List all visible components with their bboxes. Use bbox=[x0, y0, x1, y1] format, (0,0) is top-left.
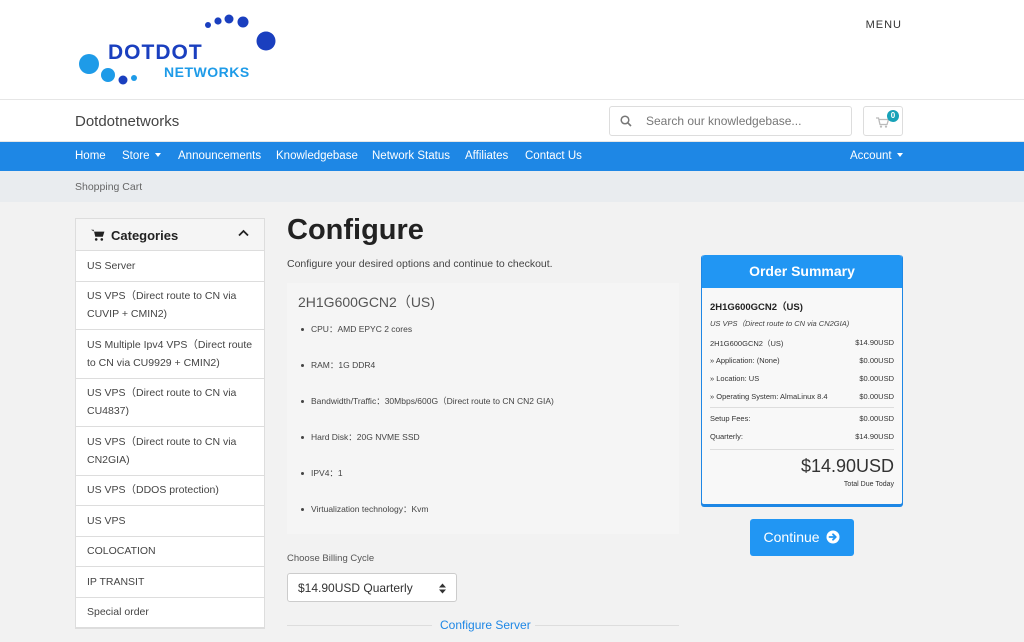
menu-link[interactable]: MENU bbox=[866, 19, 902, 31]
chevron-up-icon[interactable] bbox=[238, 229, 249, 237]
category-colocation[interactable]: COLOCATION bbox=[76, 537, 264, 567]
main-nav: Home Store Announcements Knowledgebase N… bbox=[0, 142, 1024, 171]
section-divider bbox=[535, 625, 679, 626]
summary-divider bbox=[710, 449, 894, 450]
summary-product-group: US VPS（Direct route to CN via CN2GIA) bbox=[710, 319, 850, 328]
category-us-vps-cuvip[interactable]: US VPS（Direct route to CN via CUVIP + CM… bbox=[76, 282, 264, 330]
category-us-vps-cu4837[interactable]: US VPS（Direct route to CN via CU4837) bbox=[76, 379, 264, 427]
nav-knowledgebase[interactable]: Knowledgebase bbox=[276, 150, 358, 162]
nav-store[interactable]: Store bbox=[122, 150, 161, 162]
knowledgebase-search[interactable] bbox=[609, 106, 852, 136]
summary-product-name: 2H1G600GCN2（US) bbox=[710, 302, 803, 313]
breadcrumb: Shopping Cart bbox=[0, 171, 1024, 202]
page-subtitle: Configure your desired options and conti… bbox=[287, 258, 553, 270]
summary-option-row: » Location: US $0.00USD bbox=[710, 374, 894, 383]
nav-home[interactable]: Home bbox=[75, 150, 106, 162]
section-divider bbox=[287, 625, 432, 626]
nav-account-label: Account bbox=[850, 150, 892, 162]
feature-item: Virtualization technology：Kvm bbox=[299, 503, 554, 539]
order-summary-title: Order Summary bbox=[702, 255, 902, 288]
continue-label: Continue bbox=[763, 529, 820, 545]
logo-line2: NETWORKS bbox=[164, 64, 250, 80]
recurring-value: $14.90USD bbox=[855, 432, 894, 441]
total-due: $14.90USD bbox=[800, 456, 894, 476]
configure-server-heading: Configure Server bbox=[440, 618, 531, 632]
billing-cycle-value: $14.90USD Quarterly bbox=[298, 581, 413, 595]
nav-contact-us[interactable]: Contact Us bbox=[525, 150, 582, 162]
select-arrows-icon bbox=[439, 583, 446, 594]
category-special-order[interactable]: Special order bbox=[76, 598, 264, 628]
total-due-label: Total Due Today bbox=[843, 481, 894, 488]
feature-item: IPV4：1 bbox=[299, 467, 554, 503]
categories-panel: Categories US Server US VPS（Direct route… bbox=[75, 218, 265, 629]
page-title: Configure bbox=[287, 214, 424, 246]
cart-count-badge: 0 bbox=[887, 110, 899, 122]
nav-affiliates[interactable]: Affiliates bbox=[465, 150, 508, 162]
setup-fees-value: $0.00USD bbox=[859, 414, 894, 423]
caret-down-icon bbox=[896, 152, 903, 157]
product-info: 2H1G600GCN2（US) CPU：AMD EPYC 2 cores RAM… bbox=[287, 283, 679, 534]
summary-recurring: Quarterly: $14.90USD bbox=[710, 432, 894, 441]
summary-setup-fees: Setup Fees: $0.00USD bbox=[710, 414, 894, 423]
search-icon bbox=[620, 115, 632, 127]
summary-line-item: 2H1G600GCN2（US) $14.90USD bbox=[710, 338, 894, 349]
feature-item: Bandwidth/Traffic：30Mbps/600G（Direct rou… bbox=[299, 395, 554, 431]
category-us-multiple-ipv4-vps[interactable]: US Multiple Ipv4 VPS（Direct route to CN … bbox=[76, 330, 264, 379]
dotdot-networks-logo[interactable]: DOTDOT NETWORKS bbox=[76, 14, 296, 92]
category-us-server[interactable]: US Server bbox=[76, 251, 264, 282]
recurring-label: Quarterly: bbox=[710, 432, 743, 441]
summary-divider bbox=[710, 407, 894, 408]
category-us-vps-cn2gia[interactable]: US VPS（Direct route to CN via CN2GIA) bbox=[76, 427, 264, 476]
nav-announcements[interactable]: Announcements bbox=[178, 150, 261, 162]
summary-option-value: $0.00USD bbox=[859, 356, 894, 365]
logo-line1: DOTDOT bbox=[108, 41, 203, 64]
billing-cycle-select[interactable]: $14.90USD Quarterly bbox=[287, 573, 457, 602]
product-features: CPU：AMD EPYC 2 cores RAM：1G DDR4 Bandwid… bbox=[299, 323, 554, 539]
cart-button[interactable]: 0 bbox=[863, 106, 903, 136]
feature-item: RAM：1G DDR4 bbox=[299, 359, 554, 395]
summary-option-label: » Operating System: AlmaLinux 8.4 bbox=[710, 392, 828, 401]
category-us-vps[interactable]: US VPS bbox=[76, 506, 264, 537]
caret-down-icon bbox=[154, 152, 161, 157]
summary-option-value: $0.00USD bbox=[859, 392, 894, 401]
search-input[interactable] bbox=[646, 112, 844, 130]
brand-name[interactable]: Dotdotnetworks bbox=[75, 113, 179, 130]
category-ip-transit[interactable]: IP TRANSIT bbox=[76, 567, 264, 598]
nav-store-label: Store bbox=[122, 150, 150, 162]
summary-option-row: » Operating System: AlmaLinux 8.4 $0.00U… bbox=[710, 392, 894, 401]
summary-line-value: $14.90USD bbox=[855, 338, 894, 347]
summary-option-label: » Application: (None) bbox=[710, 356, 780, 365]
site-header: DOTDOT NETWORKS MENU bbox=[0, 0, 1024, 100]
summary-option-value: $0.00USD bbox=[859, 374, 894, 383]
categories-title: Categories bbox=[111, 228, 179, 243]
product-name: 2H1G600GCN2（US) bbox=[298, 294, 435, 310]
continue-button[interactable]: Continue bbox=[750, 519, 854, 556]
feature-item: Hard Disk：20G NVME SSD bbox=[299, 431, 554, 467]
feature-item: CPU：AMD EPYC 2 cores bbox=[299, 323, 554, 359]
arrow-circle-right-icon bbox=[826, 530, 840, 544]
billing-cycle-label: Choose Billing Cycle bbox=[287, 553, 375, 564]
summary-line-label: 2H1G600GCN2（US) bbox=[710, 339, 784, 348]
summary-option-row: » Application: (None) $0.00USD bbox=[710, 356, 894, 365]
brand-bar: Dotdotnetworks 0 bbox=[0, 100, 1024, 142]
shopping-cart-icon bbox=[91, 229, 105, 241]
breadcrumb-current: Shopping Cart bbox=[75, 181, 143, 193]
order-summary: Order Summary 2H1G600GCN2（US) US VPS（Dir… bbox=[701, 255, 903, 505]
setup-fees-label: Setup Fees: bbox=[710, 414, 751, 423]
summary-option-label: » Location: US bbox=[710, 374, 760, 383]
categories-header[interactable]: Categories bbox=[76, 219, 264, 251]
nav-network-status[interactable]: Network Status bbox=[372, 150, 450, 162]
category-us-vps-ddos[interactable]: US VPS（DDOS protection) bbox=[76, 476, 264, 506]
nav-account[interactable]: Account bbox=[850, 150, 903, 162]
